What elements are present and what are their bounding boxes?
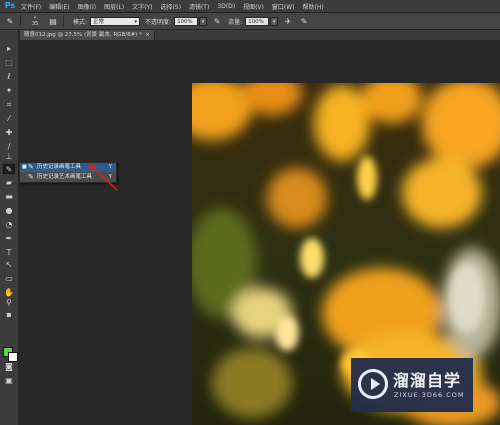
watermark-url: ZIXUE.3D66.COM xyxy=(394,391,465,399)
opacity-dropdown[interactable]: ▾ xyxy=(199,16,208,26)
menu-filter[interactable]: 滤镜(T) xyxy=(189,2,209,11)
move-tool-icon[interactable]: ▸ xyxy=(3,44,15,54)
flow-input[interactable]: 100% xyxy=(245,16,270,26)
flow-label: 流量: xyxy=(228,18,243,26)
mode-value: 正常 xyxy=(93,18,105,25)
history-brush-icon: ✎ xyxy=(28,163,34,171)
pressure-opacity-icon[interactable]: ✎ xyxy=(211,15,223,27)
brush-size-value: 35 xyxy=(31,21,39,27)
brush-panel-toggle-icon[interactable]: ▤ xyxy=(47,15,59,27)
flow-dropdown[interactable]: ▾ xyxy=(270,16,279,26)
menu-layer[interactable]: 图层(L) xyxy=(104,2,124,11)
dodge-tool-icon[interactable]: ◔ xyxy=(3,220,15,230)
brush-size-picker[interactable]: • 35 xyxy=(27,15,43,27)
history-brush-tool-icon[interactable]: ✎ xyxy=(3,164,15,174)
menu-3d[interactable]: 3D(D) xyxy=(217,3,235,10)
menu-view[interactable]: 视图(V) xyxy=(243,2,264,11)
document-tab[interactable]: 随意012.jpg @ 27.5% (背景 副本, RGB/8#) * × xyxy=(20,30,155,40)
eyedropper-tool-icon[interactable]: ⁄ xyxy=(3,114,15,124)
art-history-brush-icon: ✎ xyxy=(28,173,34,181)
selected-bullet-icon: ■ xyxy=(22,164,27,170)
menu-image[interactable]: 图像(I) xyxy=(78,2,96,11)
chevron-down-icon: ▾ xyxy=(134,18,138,25)
background-color-swatch[interactable] xyxy=(8,352,18,362)
opacity-label: 不透明度: xyxy=(145,18,172,26)
flyout-item-label: 历史记录艺术画笔工具 xyxy=(37,174,93,180)
watermark-title: 溜溜自学 xyxy=(393,371,462,390)
quick-select-tool-icon[interactable]: ✦ xyxy=(3,86,15,96)
opacity-input[interactable]: 100% xyxy=(174,16,199,26)
marquee-tool-icon[interactable]: ⬚ xyxy=(3,58,15,68)
divider xyxy=(63,15,64,27)
gradient-tool-icon[interactable]: ▬ xyxy=(3,192,15,202)
mode-label: 模式: xyxy=(73,18,88,26)
crop-tool-icon[interactable]: ⌗ xyxy=(3,100,15,110)
hand-tool-icon[interactable]: ✋ xyxy=(3,288,15,298)
menu-bar: Ps 文件(F) 编辑(E) 图像(I) 图层(L) 文字(Y) 选择(S) 滤… xyxy=(0,0,500,13)
eraser-tool-icon[interactable]: ▰ xyxy=(3,178,15,188)
menu-edit[interactable]: 编辑(E) xyxy=(49,2,69,11)
divider xyxy=(20,15,21,27)
close-icon[interactable]: × xyxy=(144,32,150,38)
clone-stamp-tool-icon[interactable]: ⊥ xyxy=(3,152,15,162)
lasso-tool-icon[interactable]: ℓ xyxy=(3,72,15,82)
shape-tool-icon[interactable]: ▭ xyxy=(3,274,15,284)
default-colors-icon[interactable]: ▪ xyxy=(3,310,15,320)
pen-tool-icon[interactable]: ✒ xyxy=(3,234,15,244)
path-select-tool-icon[interactable]: ↖ xyxy=(3,260,15,270)
type-tool-icon[interactable]: T xyxy=(3,248,15,258)
quick-mask-icon[interactable]: ◙ xyxy=(3,362,15,372)
document-tab-bar: 随意012.jpg @ 27.5% (背景 副本, RGB/8#) * × xyxy=(20,30,500,40)
brush-tool-icon[interactable]: ∕ xyxy=(3,142,15,152)
play-icon xyxy=(358,369,388,399)
menu-help[interactable]: 帮助(H) xyxy=(303,2,324,11)
history-brush-preset-icon[interactable]: ✎ xyxy=(4,15,16,27)
pressure-size-icon[interactable]: ✎ xyxy=(298,15,310,27)
menu-type[interactable]: 文字(Y) xyxy=(132,2,152,11)
healing-brush-tool-icon[interactable]: ✚ xyxy=(3,128,15,138)
zoom-tool-icon[interactable]: ⚲ xyxy=(3,298,15,308)
menu-window[interactable]: 窗口(W) xyxy=(272,2,295,11)
menu-select[interactable]: 选择(S) xyxy=(160,2,181,11)
annotation-arrow-icon xyxy=(88,163,118,191)
options-bar: ✎ • 35 ▤ 模式: 正常 ▾ 不透明度: 100% ▾ ✎ 流量: 100%… xyxy=(0,13,500,30)
screen-mode-icon[interactable]: ▣ xyxy=(3,376,15,386)
menu-file[interactable]: 文件(F) xyxy=(21,2,41,11)
flyout-item-label: 历史记录画笔工具 xyxy=(37,164,82,170)
blur-tool-icon[interactable]: ● xyxy=(3,206,15,216)
tools-panel: ▸ ⬚ ℓ ✦ ⌗ ⁄ ✚ ∕ ⊥ ✎ ▰ ▬ ● ◔ ✒ T ↖ ▭ ✋ ⚲ … xyxy=(0,30,19,425)
watermark-logo: 溜溜自学 ZIXUE.3D66.COM xyxy=(351,358,473,412)
airbrush-icon[interactable]: ✈ xyxy=(282,15,294,27)
photoshop-logo: Ps xyxy=(4,1,16,10)
mode-select[interactable]: 正常 ▾ xyxy=(90,16,141,26)
document-title: 随意012.jpg @ 27.5% (背景 副本, RGB/8#) * xyxy=(24,32,142,38)
